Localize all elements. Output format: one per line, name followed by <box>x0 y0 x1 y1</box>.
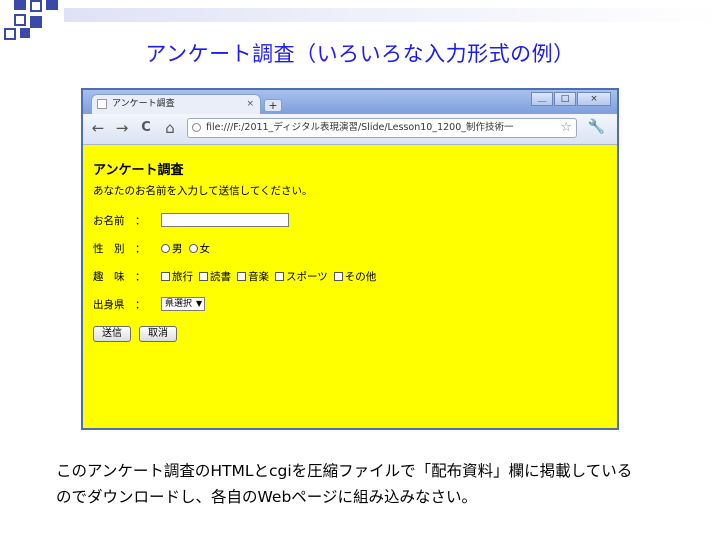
hobby-option-sports[interactable]: スポーツ <box>275 269 328 284</box>
back-icon[interactable]: ← <box>89 119 107 137</box>
close-tab-icon[interactable]: × <box>246 95 254 113</box>
slide-decoration <box>0 0 720 40</box>
chevron-down-icon: ▼ <box>196 299 203 308</box>
decor-square <box>14 14 26 26</box>
browser-toolbar: ← → C ⌂ file:///F:/2011_ディジタル表現演習/Slide/… <box>83 114 617 145</box>
decor-square <box>14 0 26 10</box>
checkbox[interactable] <box>199 271 208 281</box>
name-input[interactable] <box>161 213 289 227</box>
caption-line-2: のでダウンロードし、各自のWebページに組み込みなさい。 <box>56 488 477 506</box>
close-window-button[interactable]: × <box>577 92 611 106</box>
new-tab-button[interactable]: + <box>264 99 282 112</box>
home-icon[interactable]: ⌂ <box>161 119 179 137</box>
decor-square <box>30 0 42 12</box>
slide-caption: このアンケート調査のHTMLとcgiを圧縮ファイルで「配布資料」欄に掲載している… <box>56 458 696 510</box>
submit-button[interactable]: 送信 <box>93 326 131 342</box>
prefecture-select[interactable]: 県選択 ▼ <box>161 297 206 311</box>
decor-bar <box>64 8 720 22</box>
page-icon <box>97 99 107 109</box>
checkbox[interactable] <box>333 271 343 281</box>
cancel-button[interactable]: 取消 <box>139 326 177 342</box>
decor-square <box>30 16 42 28</box>
name-row: お名前 ： <box>93 211 289 229</box>
address-bar[interactable]: file:///F:/2011_ディジタル表現演習/Slide/Lesson10… <box>187 118 577 138</box>
gender-option-female[interactable]: 女 <box>188 241 210 256</box>
hobby-option-music[interactable]: 音楽 <box>237 269 269 284</box>
hobby-row: 趣 味 ： 旅行 読書 音楽 スポーツ その他 <box>93 267 382 285</box>
button-row: 送信 取消 <box>93 325 185 343</box>
forward-icon[interactable]: → <box>113 119 131 137</box>
reload-icon[interactable]: C <box>137 119 155 137</box>
hobby-label: 趣 味 ： <box>93 270 146 283</box>
decor-square <box>20 28 30 38</box>
gender-row: 性 別 ： 男 女 <box>93 239 216 257</box>
url-text: file:///F:/2011_ディジタル表現演習/Slide/Lesson10… <box>206 122 514 133</box>
page-info-icon <box>192 123 201 132</box>
slide-title: アンケート調査（いろいろな入力形式の例） <box>145 42 575 66</box>
name-label: お名前 ： <box>93 214 146 227</box>
radio-button[interactable] <box>188 243 198 253</box>
browser-window: アンケート調査 × + ＿ □ × ← → C ⌂ file:///F:/201… <box>81 88 619 430</box>
form-heading: アンケート調査 <box>93 163 184 178</box>
checkbox[interactable] <box>237 271 246 281</box>
gender-option-male[interactable]: 男 <box>161 241 183 256</box>
tab-survey[interactable]: アンケート調査 × <box>91 94 261 114</box>
tab-title: アンケート調査 <box>112 99 175 109</box>
prefecture-label: 出身県 ： <box>93 298 146 311</box>
prefecture-row: 出身県 ： 県選択 ▼ <box>93 295 206 313</box>
prefecture-selected: 県選択 <box>165 299 193 309</box>
hobby-option-travel[interactable]: 旅行 <box>161 269 193 284</box>
checkbox[interactable] <box>161 271 170 281</box>
form-instruction: あなたのお名前を入力して送信してください。 <box>93 185 313 197</box>
caption-line-1: このアンケート調査のHTMLとcgiを圧縮ファイルで「配布資料」欄に掲載している <box>56 462 633 480</box>
maximize-button[interactable]: □ <box>554 92 576 106</box>
hobby-option-reading[interactable]: 読書 <box>199 269 231 284</box>
wrench-icon[interactable]: 🔧 <box>588 119 605 135</box>
radio-button[interactable] <box>161 243 170 253</box>
browser-titlebar: アンケート調査 × + ＿ □ × <box>83 90 617 114</box>
bookmark-star-icon[interactable]: ☆ <box>560 119 572 137</box>
gender-label: 性 別 ： <box>93 242 146 255</box>
page-content: アンケート調査 あなたのお名前を入力して送信してください。 お名前 ： 性 別 … <box>83 145 617 428</box>
decor-square <box>46 0 58 10</box>
hobby-option-other[interactable]: その他 <box>333 269 376 284</box>
checkbox[interactable] <box>275 271 284 281</box>
minimize-button[interactable]: ＿ <box>531 92 553 106</box>
